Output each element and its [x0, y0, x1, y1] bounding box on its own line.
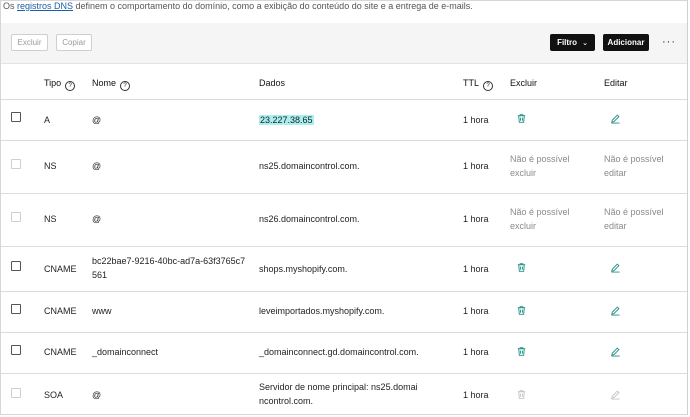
record-type: CNAME	[44, 264, 77, 274]
table-row: CNAME _domainconnect _domainconnect.gd.d…	[1, 332, 687, 374]
column-ttl: TTL?	[463, 78, 494, 91]
column-data: Dados	[259, 78, 286, 88]
edit-unavailable-text: Não é possível editar	[604, 154, 664, 178]
column-type-label: Tipo	[44, 78, 62, 88]
table-row: A @ 23.227.38.65 1 hora	[1, 99, 687, 141]
table-row: CNAME www leveimportados.myshopify.com. …	[1, 291, 687, 333]
record-ttl: 1 hora	[463, 161, 489, 171]
record-data: shops.myshopify.com.	[259, 264, 348, 274]
column-type: Tipo?	[44, 78, 76, 91]
copy-selected-button[interactable]: Copiar	[56, 34, 92, 51]
record-data: _domainconnect.gd.domaincontrol.com.	[259, 347, 419, 357]
record-name: bc22bae7-9216-40bc-ad7a-63f3765c7561	[92, 256, 246, 280]
add-record-button[interactable]: Adicionar	[603, 34, 649, 51]
record-data: ns25.domaincontrol.com.	[259, 161, 360, 171]
trash-icon	[517, 390, 526, 399]
pencil-icon[interactable]	[610, 305, 621, 316]
record-name: www	[92, 306, 112, 316]
record-ttl: 1 hora	[463, 264, 489, 274]
pencil-icon[interactable]	[610, 113, 621, 124]
record-ttl: 1 hora	[463, 306, 489, 316]
table-row: CNAME bc22bae7-9216-40bc-ad7a-63f3765c75…	[1, 246, 687, 292]
pencil-icon[interactable]	[610, 262, 621, 273]
record-data: Servidor de nome principal: ns25.domainc…	[259, 382, 418, 406]
pencil-icon[interactable]	[610, 346, 621, 357]
record-type: A	[44, 115, 51, 125]
trash-icon[interactable]	[516, 113, 527, 124]
dns-panel: Os registros DNS definem o comportamento…	[0, 0, 688, 415]
record-data-highlight: 23.227.38.65	[259, 115, 314, 125]
record-data: leveimportados.myshopify.com.	[259, 306, 385, 316]
record-ttl: 1 hora	[463, 214, 489, 224]
filter-button[interactable]: Filtro ⌄	[550, 34, 595, 51]
intro-text: Os registros DNS definem o comportamento…	[3, 1, 473, 13]
filter-button-label: Filtro	[557, 38, 578, 47]
edit-unavailable-text: Não é possível editar	[604, 207, 664, 231]
record-name: @	[92, 390, 102, 400]
table-header: Tipo? Nome? Dados TTL? Excluir Editar	[1, 63, 687, 100]
column-delete: Excluir	[510, 78, 538, 88]
question-circle-icon[interactable]: ?	[120, 81, 131, 91]
column-ttl-label: TTL	[463, 78, 480, 88]
row-checkbox[interactable]	[11, 112, 21, 122]
row-checkbox	[11, 388, 21, 398]
record-name: @	[92, 214, 102, 224]
trash-icon[interactable]	[516, 305, 527, 316]
delete-selected-button[interactable]: Excluir	[11, 34, 48, 51]
record-type: CNAME	[44, 306, 77, 316]
table-row: SOA @ Servidor de nome principal: ns25.d…	[1, 373, 687, 415]
record-type: CNAME	[44, 347, 77, 357]
record-type: NS	[44, 214, 57, 224]
record-data: 23.227.38.65	[259, 113, 314, 127]
record-data: ns26.domaincontrol.com.	[259, 214, 360, 224]
question-circle-icon[interactable]: ?	[65, 81, 76, 91]
column-edit: Editar	[604, 78, 628, 88]
trash-icon[interactable]	[516, 346, 527, 357]
delete-unavailable-text: Não é possível excluir	[510, 154, 570, 178]
more-options-icon[interactable]: ···	[662, 36, 676, 48]
row-checkbox[interactable]	[11, 345, 21, 355]
row-checkbox	[11, 212, 21, 222]
records-toolbar: Excluir Copiar Filtro ⌄ Adicionar ···	[1, 23, 687, 64]
delete-unavailable-text: Não é possível excluir	[510, 207, 570, 231]
record-ttl: 1 hora	[463, 115, 489, 125]
table-row: NS @ ns26.domaincontrol.com. 1 hora Não …	[1, 193, 687, 247]
row-checkbox[interactable]	[11, 261, 21, 271]
pencil-icon	[611, 390, 620, 400]
record-ttl: 1 hora	[463, 347, 489, 357]
record-name: _domainconnect	[92, 347, 159, 357]
intro-suffix: definem o comportamento do domínio, como…	[73, 1, 473, 11]
column-name-label: Nome	[92, 78, 117, 88]
dns-records-link[interactable]: registros DNS	[17, 1, 73, 11]
record-ttl: 1 hora	[463, 390, 489, 400]
trash-icon[interactable]	[516, 262, 527, 273]
intro-prefix: Os	[3, 1, 18, 11]
record-type: SOA	[44, 390, 64, 400]
column-name: Nome?	[92, 78, 131, 91]
row-checkbox[interactable]	[11, 304, 21, 314]
chevron-down-icon: ⌄	[582, 40, 588, 47]
record-name: @	[92, 115, 102, 125]
record-type: NS	[44, 161, 57, 171]
question-circle-icon[interactable]: ?	[483, 81, 494, 91]
table-row: NS @ ns25.domaincontrol.com. 1 hora Não …	[1, 140, 687, 194]
row-checkbox	[11, 159, 21, 169]
record-name: @	[92, 161, 102, 171]
